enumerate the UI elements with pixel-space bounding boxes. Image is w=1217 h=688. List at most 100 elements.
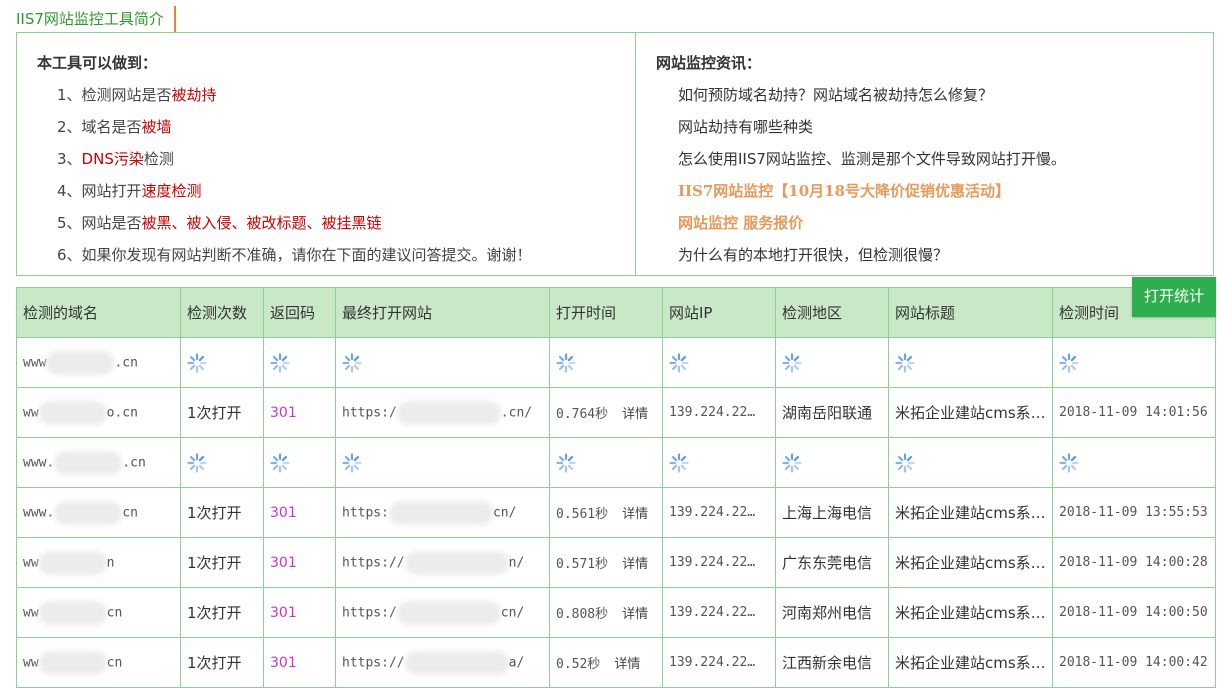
ip-cell: 139.224.22…: [662, 487, 776, 538]
feature-text: 4、网站打开: [57, 182, 142, 200]
news-column: 网站监控资讯： 如何预防域名劫持？网站域名被劫持怎么修复？ 网站劫持有哪些种类 怎么…: [636, 33, 1213, 275]
redacted-blur: [50, 354, 111, 371]
site-title-cell: 米拓企业建站cms系…: [888, 487, 1053, 538]
news-link[interactable]: 为什么有的本地打开很快，但检测很慢？: [678, 239, 1213, 271]
site-title-cell: 米拓企业建站cms系…: [888, 587, 1053, 638]
redacted-blur: [42, 404, 103, 421]
loading-cell: [180, 337, 264, 388]
loading-cell: [549, 337, 663, 388]
domain-suffix: .cn: [114, 355, 138, 370]
loading-spinner-icon: [187, 352, 207, 373]
loading-spinner-icon: [782, 452, 802, 473]
open-time-value: 0.52秒: [556, 657, 601, 672]
col-ip: 网站IP: [662, 287, 776, 338]
feature-item: 6、如果你发现有网站判断不准确，请你在下面的建议问答提交。谢谢！: [57, 239, 635, 271]
domain-cell: www. cn: [16, 487, 181, 538]
status-code-cell: 301: [263, 587, 336, 638]
site-title-cell: 米拓企业建站cms系…: [888, 537, 1053, 588]
detail-link[interactable]: 详情: [622, 557, 648, 572]
redacted-blur: [400, 604, 497, 621]
loading-spinner-icon: [895, 352, 915, 373]
loading-spinner-icon: [669, 352, 689, 373]
final-url-cell: https:// a/: [335, 637, 550, 688]
domain-cell: ww cn: [16, 637, 181, 688]
detail-link[interactable]: 详情: [622, 507, 648, 522]
count-cell: 1次打开: [180, 387, 264, 438]
status-code-cell: 301: [263, 387, 336, 438]
url-suffix: cn/: [500, 605, 525, 620]
loading-spinner-icon: [1059, 452, 1079, 473]
check-time-cell: 2018-11-09 14:00:50: [1052, 587, 1216, 638]
domain-cell: ww n: [16, 537, 181, 588]
region-cell: 河南郑州电信: [775, 587, 889, 638]
loading-cell: [335, 337, 550, 388]
redacted-blur: [408, 554, 505, 571]
col-domain: 检测的域名: [16, 287, 181, 338]
domain-prefix: ww: [23, 605, 39, 620]
feature-highlight: 被墙: [141, 118, 172, 136]
loading-cell: [549, 437, 663, 488]
domain-suffix: cn: [106, 655, 123, 670]
table-row: www .cn: [16, 337, 1216, 388]
url-suffix: cn/: [492, 505, 517, 520]
feature-highlight: 被黑、被入侵、被改标题、被挂黑链: [141, 214, 382, 232]
check-time-cell: 2018-11-09 13:55:53: [1052, 487, 1216, 538]
news-list: 如何预防域名劫持？网站域名被劫持怎么修复？ 网站劫持有哪些种类 怎么使用IIS7网站…: [656, 79, 1213, 271]
intro-panel: 本工具可以做到： 1、检测网站是否被劫持 2、域名是否被墙 3、DNS污染检测 4、网…: [16, 32, 1214, 276]
detail-link[interactable]: 详情: [622, 407, 648, 422]
loading-cell: [662, 437, 776, 488]
loading-spinner-icon: [270, 452, 290, 473]
table-row: ww n 1次打开 301 https://n/0.571秒 详情 139.224.22… 广…: [16, 537, 1216, 588]
redacted-blur: [408, 654, 505, 671]
status-code-cell: 301: [263, 537, 336, 588]
news-link-promo[interactable]: 网站监控 服务报价: [678, 207, 1213, 239]
ip-cell: 139.224.22…: [662, 587, 776, 638]
redacted-blur: [42, 654, 103, 671]
detail-link[interactable]: 详情: [622, 607, 648, 622]
loading-cell: [1052, 437, 1216, 488]
redacted-blur: [42, 604, 103, 621]
features-list: 1、检测网站是否被劫持 2、域名是否被墙 3、DNS污染检测 4、网站打开速度检测 5、…: [37, 79, 635, 271]
url-prefix: https://: [342, 555, 405, 570]
open-stats-button[interactable]: 打开统计: [1132, 277, 1216, 317]
detail-link[interactable]: 详情: [614, 657, 640, 672]
domain-prefix: ww: [23, 555, 39, 570]
table-row: www. cn 1次打开 301 https: cn/0.561秒 详情 139.224.22…: [16, 487, 1216, 538]
news-link[interactable]: 网站劫持有哪些种类: [678, 111, 1213, 143]
check-time-cell: 2018-11-09 14:00:28: [1052, 537, 1216, 588]
url-suffix: n/: [508, 555, 525, 570]
news-link[interactable]: 怎么使用IIS7网站监控、监测是那个文件导致网站打开慢。: [678, 143, 1213, 175]
open-time-cell: 0.571秒 详情: [549, 537, 663, 588]
loading-cell: [335, 437, 550, 488]
domain-cell: www. .cn: [16, 437, 181, 488]
open-time-cell: 0.561秒 详情: [549, 487, 663, 538]
loading-cell: [662, 337, 776, 388]
region-cell: 江西新余电信: [775, 637, 889, 688]
table-row: ww cn 1次打开 301 https:/cn/0.808秒 详情 139.224.22……: [16, 587, 1216, 638]
loading-spinner-icon: [342, 452, 362, 473]
domain-prefix: ww: [23, 405, 39, 420]
final-url-cell: https:// n/: [335, 537, 550, 588]
news-link-promo[interactable]: IIS7网站监控【10月18号大降价促销优惠活动】: [678, 175, 1213, 207]
url-prefix: https://: [342, 655, 405, 670]
site-title-cell: 米拓企业建站cms系…: [888, 387, 1053, 438]
open-time-value: 0.571秒: [556, 557, 609, 572]
loading-cell: [1052, 337, 1216, 388]
feature-text: 3、: [57, 150, 82, 168]
domain-suffix: cn: [106, 605, 123, 620]
feature-highlight: 被劫持: [171, 86, 217, 104]
col-title: 网站标题: [888, 287, 1053, 338]
redacted-blur: [42, 554, 103, 571]
loading-cell: [263, 337, 336, 388]
news-link[interactable]: 如何预防域名劫持？网站域名被劫持怎么修复？: [678, 79, 1213, 111]
final-url-cell: https: cn/: [335, 487, 550, 538]
loading-cell: [775, 337, 889, 388]
domain-cell: ww cn: [16, 587, 181, 638]
redacted-blur: [392, 504, 489, 521]
features-heading: 本工具可以做到：: [37, 54, 158, 72]
table-header-row: 检测的域名 检测次数 返回码 最终打开网站 打开时间 网站IP 检测地区 网站标…: [16, 287, 1216, 338]
loading-cell: [888, 337, 1053, 388]
loading-spinner-icon: [556, 452, 576, 473]
final-url-cell: https:/ cn/: [335, 587, 550, 638]
region-cell: 广东东莞电信: [775, 537, 889, 588]
